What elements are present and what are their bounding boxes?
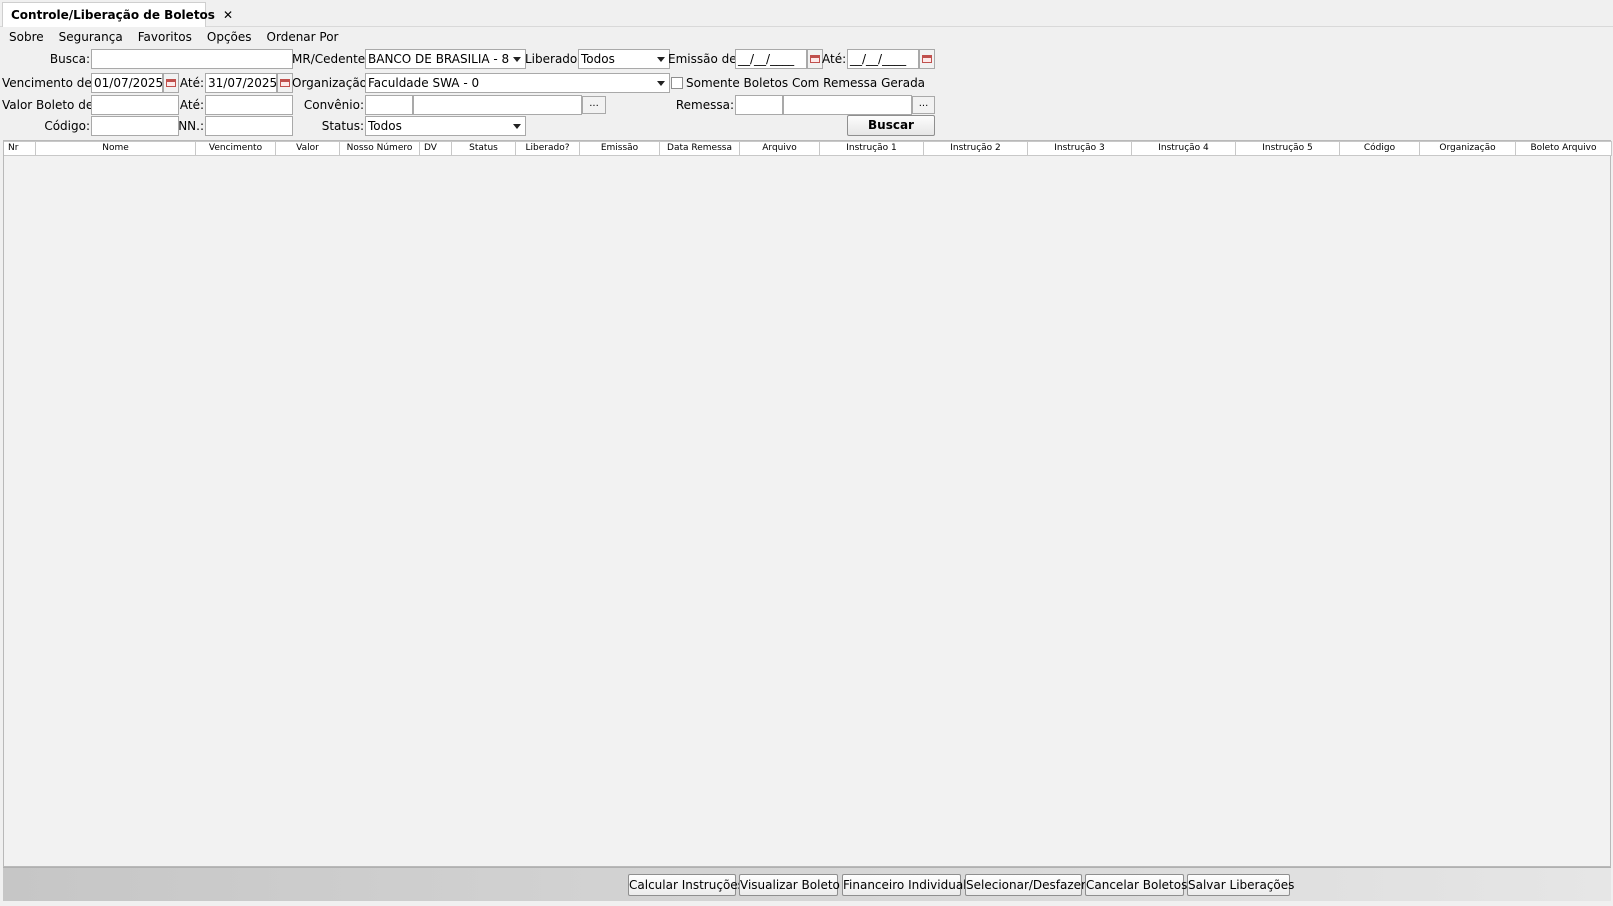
close-icon[interactable]: ✕ [223,8,233,22]
column-header-vencimento[interactable]: Vencimento [196,141,276,156]
convenio-lookup-button[interactable]: ... [582,96,606,114]
busca-input[interactable] [91,49,293,69]
liberado-label: Liberado: [525,52,582,66]
column-header-liberado[interactable]: Liberado? [516,141,580,156]
emissao-ate-input[interactable]: __/__/____ [847,49,919,69]
buscar-button[interactable]: Buscar [847,115,935,136]
column-header-nr[interactable]: Nr [4,141,36,156]
somente-remessa-checkbox[interactable] [671,77,683,89]
emissao-de-input[interactable]: __/__/____ [735,49,807,69]
table-header: Nr Nome Vencimento Valor Nosso Número DV… [4,141,1612,156]
calendar-icon [922,55,932,63]
liberado-value: Todos [581,52,615,66]
column-header-valor[interactable]: Valor [276,141,340,156]
column-header-dv[interactable]: DV [420,141,452,156]
nn-input[interactable] [205,116,293,136]
menu-favoritos[interactable]: Favoritos [132,30,198,44]
chevron-down-icon [513,124,521,129]
emissao-de-calendar-button[interactable] [807,49,823,69]
valor-boleto-de-input[interactable] [91,95,179,115]
codigo-label: Código: [44,119,90,133]
calcular-instrucoes-button[interactable]: Calcular Instruções [628,874,744,896]
boletos-table[interactable]: Nr Nome Vencimento Valor Nosso Número DV… [3,140,1612,867]
menu-sobre[interactable]: Sobre [3,30,50,44]
chevron-down-icon [657,57,665,62]
nn-label: NN.: [178,119,204,133]
tab-bar: Controle/Liberação de Boletos ✕ [0,0,1613,27]
column-header-organizacao[interactable]: Organização [1420,141,1516,156]
status-value: Todos [368,119,402,133]
menu-bar: Sobre Segurança Favoritos Opções Ordenar… [0,27,1613,47]
tab-controle-liberacao-boletos[interactable]: Controle/Liberação de Boletos ✕ [2,2,233,27]
mr-cedente-value: BANCO DE BRASILIA - 8 [368,52,510,66]
footer-toolbar: Calcular Instruções Visualizar Boleto Fi… [3,867,1611,901]
status-label: Status: [321,119,364,133]
column-header-codigo[interactable]: Código [1340,141,1420,156]
financeiro-individual-button[interactable]: Financeiro Individual [842,874,967,896]
organizacao-label: Organização: [292,76,372,90]
mr-cedente-select[interactable]: BANCO DE BRASILIA - 8 [365,49,526,69]
valor-boleto-ate-label: Até: [179,98,204,112]
column-header-data-remessa[interactable]: Data Remessa [660,141,740,156]
column-header-nome[interactable]: Nome [36,141,196,156]
vencimento-ate-input[interactable]: 31/07/2025 [205,73,277,93]
convenio-code-input[interactable] [365,95,413,115]
status-select[interactable]: Todos [365,116,526,136]
convenio-label: Convênio: [303,98,364,112]
emissao-de-label: Emissão de: [668,52,741,66]
codigo-input[interactable] [91,116,179,136]
calendar-icon [280,79,290,87]
chevron-down-icon [657,81,665,86]
column-header-nosso-numero[interactable]: Nosso Número [340,141,420,156]
valor-boleto-de-label: Valor Boleto de: [2,98,98,112]
remessa-desc-input[interactable] [783,95,912,115]
vencimento-de-label: Vencimento de: [2,76,96,90]
remessa-lookup-button[interactable]: ... [912,96,935,114]
somente-remessa-label: Somente Boletos Com Remessa Gerada [686,76,926,90]
remessa-code-input[interactable] [735,95,783,115]
column-header-instrucao-1[interactable]: Instrução 1 [820,141,924,156]
emissao-ate-calendar-button[interactable] [919,49,935,69]
calendar-icon [810,55,820,63]
vencimento-de-input[interactable]: 01/07/2025 [91,73,163,93]
menu-opcoes[interactable]: Opções [201,30,258,44]
liberado-select[interactable]: Todos [578,49,670,69]
column-header-instrucao-2[interactable]: Instrução 2 [924,141,1028,156]
menu-ordenar-por[interactable]: Ordenar Por [261,30,345,44]
column-header-status[interactable]: Status [452,141,516,156]
mr-cedente-label: MR/Cedente: [292,52,370,66]
vencimento-ate-label: Até: [179,76,204,90]
emissao-ate-label: Até: [822,52,847,66]
convenio-desc-input[interactable] [413,95,582,115]
organizacao-select[interactable]: Faculdade SWA - 0 [365,73,670,93]
column-header-emissao[interactable]: Emissão [580,141,660,156]
selecionar-desfazer-button[interactable]: Selecionar/Desfazer [965,874,1086,896]
organizacao-value: Faculdade SWA - 0 [368,76,480,90]
calendar-icon [166,79,176,87]
busca-label: Busca: [49,52,90,66]
salvar-liberacoes-button[interactable]: Salvar Liberações [1187,874,1294,896]
chevron-down-icon [513,57,521,62]
cancelar-boletos-button[interactable]: Cancelar Boletos [1085,874,1187,896]
vencimento-ate-calendar-button[interactable] [277,73,293,93]
vencimento-de-calendar-button[interactable] [163,73,179,93]
visualizar-boleto-button[interactable]: Visualizar Boleto [739,874,840,896]
tab-title: Controle/Liberação de Boletos [11,8,215,22]
column-header-instrucao-5[interactable]: Instrução 5 [1236,141,1340,156]
column-header-boleto-arquivo[interactable]: Boleto Arquivo [1516,141,1612,156]
menu-seguranca[interactable]: Segurança [53,30,129,44]
column-header-arquivo[interactable]: Arquivo [740,141,820,156]
column-header-instrucao-3[interactable]: Instrução 3 [1028,141,1132,156]
column-header-instrucao-4[interactable]: Instrução 4 [1132,141,1236,156]
remessa-label: Remessa: [675,98,734,112]
valor-boleto-ate-input[interactable] [205,95,293,115]
